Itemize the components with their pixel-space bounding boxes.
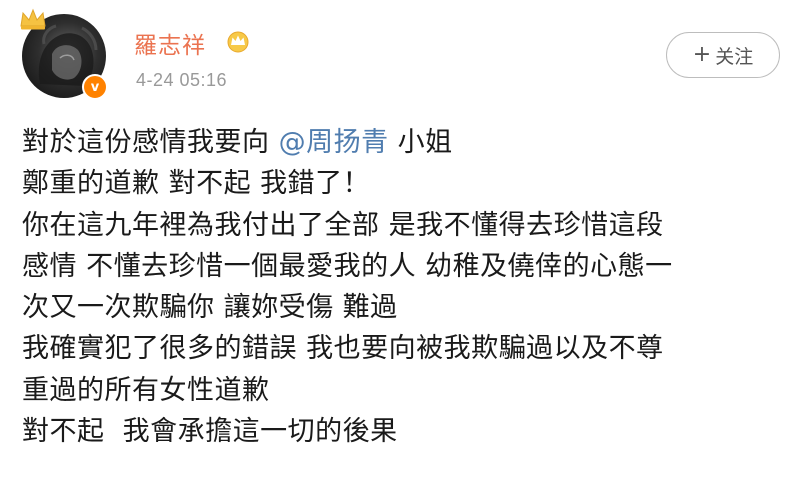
verified-badge-icon: v: [82, 74, 108, 100]
mention-link[interactable]: @周扬青: [279, 127, 389, 158]
post-line: 我確實犯了很多的錯誤 我也要向被我欺騙過以及不尊: [22, 333, 664, 365]
post-line: 對不起 我會承擔這一切的後果: [22, 416, 398, 448]
post-text-segment: 小姐: [388, 127, 453, 158]
plus-icon: +: [692, 42, 712, 67]
post-line: 感情 不懂去珍惜一個最愛我的人 幼稚及僥倖的心態一: [22, 250, 673, 282]
crown-icon: [20, 8, 46, 30]
post-text-segment: 對於這份感情我要向: [22, 127, 279, 158]
post-header: v 羅志祥 4-24 05:16 + 关注: [0, 0, 800, 112]
post-line: 鄭重的道歉 對不起 我錯了！: [22, 168, 371, 200]
author-name[interactable]: 羅志祥: [134, 26, 206, 60]
post-timestamp[interactable]: 4-24 05:16: [136, 70, 227, 91]
post-line: 次又一次欺騙你 讓妳受傷 難過: [22, 292, 398, 324]
post-line: 對於這份感情我要向 @周扬青 小姐: [22, 122, 792, 163]
follow-button[interactable]: + 关注: [666, 32, 780, 78]
vip-crown-icon[interactable]: [224, 29, 252, 53]
post-line: 重過的所有女性道歉: [22, 374, 270, 406]
post-line: 你在這九年裡為我付出了全部 是我不懂得去珍惜這段: [22, 209, 664, 241]
post-text: 對於這份感情我要向 @周扬青 小姐 鄭重的道歉 對不起 我錯了！ 你在這九年裡為…: [22, 122, 792, 452]
follow-button-label: 关注: [715, 45, 754, 68]
avatar-container[interactable]: v: [20, 8, 108, 100]
verified-badge-letter: v: [90, 79, 100, 95]
